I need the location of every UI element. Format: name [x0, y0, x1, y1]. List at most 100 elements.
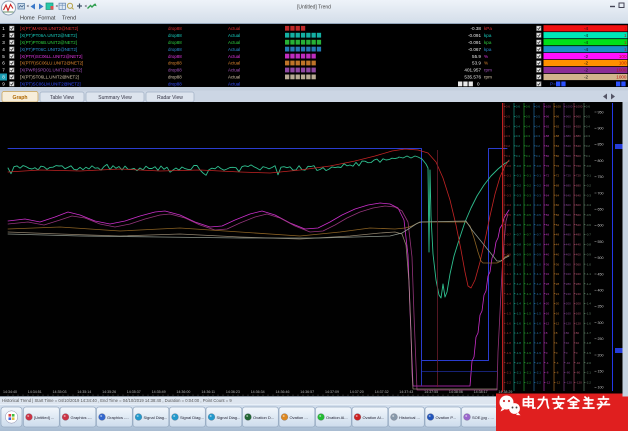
- svg-text:-0.2: -0.2: [586, 184, 592, 188]
- svg-text:32: 32: [546, 272, 550, 276]
- svg-text:-0.6: -0.6: [536, 223, 542, 227]
- svg-text:840: 840: [566, 144, 571, 148]
- svg-text:Signal Diag...: Signal Diag...: [180, 415, 204, 420]
- svg-text:[X(PT)PT06C.UNIT2@NET2]: [X(PT)PT06C.UNIT2@NET2]: [20, 47, 77, 52]
- svg-text:-1.3: -1.3: [586, 292, 592, 296]
- svg-text:drop88: drop88: [168, 54, 182, 59]
- svg-text:16: 16: [556, 312, 560, 316]
- svg-text:-1.8: -1.8: [526, 341, 532, 345]
- svg-text:14:36:11: 14:36:11: [201, 390, 215, 394]
- svg-text:-0.6: -0.6: [586, 223, 592, 227]
- svg-text:240: 240: [566, 292, 571, 296]
- svg-text:480: 480: [566, 233, 571, 237]
- svg-text:%: %: [484, 61, 488, 66]
- svg-text:36: 36: [556, 262, 560, 266]
- svg-text:0.3: 0.3: [536, 134, 541, 138]
- svg-text:-1.8: -1.8: [536, 341, 542, 345]
- svg-text:-0.6: -0.6: [506, 223, 512, 227]
- svg-text:1000: 1000: [566, 105, 573, 109]
- svg-text:14:34:40: 14:34:40: [3, 390, 17, 394]
- svg-text:-0.38: -0.38: [471, 26, 482, 31]
- svg-text:56: 56: [556, 213, 560, 217]
- svg-text:-0.0: -0.0: [516, 164, 522, 168]
- svg-text:800: 800: [598, 159, 604, 163]
- svg-text:800: 800: [576, 154, 581, 158]
- svg-text:-1.7: -1.7: [516, 331, 522, 335]
- svg-text:[Untitled] ...: [Untitled] ...: [34, 415, 54, 420]
- svg-text:680: 680: [576, 184, 581, 188]
- svg-text:[X(PT)PT06B.UNIT2@NET2]: [X(PT)PT06B.UNIT2@NET2]: [20, 40, 77, 45]
- svg-text:1000: 1000: [616, 68, 627, 73]
- svg-text:0.2: 0.2: [536, 144, 541, 148]
- svg-text:-2.0: -2.0: [586, 361, 592, 365]
- svg-text:24: 24: [546, 292, 550, 296]
- svg-text:56: 56: [546, 213, 550, 217]
- svg-text:-0.5: -0.5: [586, 213, 592, 217]
- svg-text:14:37:09: 14:37:09: [325, 390, 339, 394]
- svg-text:Actual: Actual: [228, 68, 240, 73]
- svg-text:-2.1: -2.1: [516, 371, 522, 375]
- svg-text:88: 88: [546, 134, 550, 138]
- svg-text:drop88: drop88: [168, 40, 182, 45]
- svg-text:0.3: 0.3: [516, 134, 521, 138]
- svg-text:240: 240: [576, 292, 581, 296]
- svg-text:-1.6: -1.6: [516, 321, 522, 325]
- svg-text:-1.5: -1.5: [536, 312, 542, 316]
- svg-text:68: 68: [556, 184, 560, 188]
- svg-text:P=: P=: [550, 82, 556, 87]
- svg-text:320: 320: [576, 272, 581, 276]
- svg-text:Ovation D...: Ovation D...: [253, 415, 274, 420]
- svg-text:100: 100: [556, 105, 561, 109]
- svg-text:120: 120: [566, 321, 571, 325]
- svg-text:0.6: 0.6: [586, 105, 591, 109]
- svg-text:-2.0: -2.0: [536, 361, 542, 365]
- svg-text:Ovation P...: Ovation P...: [436, 415, 456, 420]
- svg-text:[X(PTR)SC06LL.UNIT2@NET2]: [X(PTR)SC06LL.UNIT2@NET2]: [20, 54, 83, 59]
- svg-text:-1.9: -1.9: [526, 351, 532, 355]
- svg-text:14:37:20: 14:37:20: [350, 390, 364, 394]
- svg-text:-1.1: -1.1: [526, 272, 532, 276]
- svg-text:-1.3: -1.3: [516, 292, 522, 296]
- svg-text:-1.3: -1.3: [536, 292, 542, 296]
- svg-text:0.4: 0.4: [506, 124, 511, 128]
- svg-text:920: 920: [576, 124, 581, 128]
- svg-text:560: 560: [576, 213, 581, 217]
- svg-text:-0.5: -0.5: [516, 213, 522, 217]
- svg-text:300: 300: [598, 321, 604, 325]
- svg-text:drop88: drop88: [168, 47, 182, 52]
- svg-text:-0.0: -0.0: [526, 164, 532, 168]
- svg-text:-1.0: -1.0: [586, 262, 592, 266]
- svg-text:600: 600: [598, 224, 604, 228]
- svg-text:14:36:23: 14:36:23: [226, 390, 240, 394]
- svg-text:28: 28: [556, 282, 560, 286]
- svg-text:Summary View: Summary View: [98, 95, 132, 101]
- svg-text:[Untitled] Trend: [Untitled] Trend: [297, 5, 331, 11]
- svg-text:-0.7: -0.7: [516, 233, 522, 237]
- svg-text:-1.6: -1.6: [506, 321, 512, 325]
- svg-text:-0.3: -0.3: [516, 193, 522, 197]
- svg-text:-0.5: -0.5: [526, 213, 532, 217]
- svg-text:20: 20: [546, 302, 550, 306]
- svg-text:-2: -2: [584, 54, 589, 59]
- svg-text:Ovation Al...: Ovation Al...: [326, 415, 348, 420]
- svg-text:[X(PT)MAN06.UNIT2@NET2]: [X(PT)MAN06.UNIT2@NET2]: [20, 26, 78, 31]
- svg-text:14:36:57: 14:36:57: [300, 390, 314, 394]
- svg-text:-0.8: -0.8: [536, 243, 542, 247]
- svg-text:520: 520: [566, 223, 571, 227]
- svg-text:Historical Trend | Start Time: Historical Trend | Start Time = 04/10/20…: [2, 398, 232, 403]
- svg-text:-1.2: -1.2: [506, 282, 512, 286]
- svg-text:3: 3: [2, 40, 5, 45]
- svg-text:0.3: 0.3: [586, 134, 591, 138]
- svg-text:1: 1: [2, 26, 5, 31]
- svg-text:drop88: drop88: [168, 75, 182, 80]
- svg-text:440: 440: [566, 243, 571, 247]
- svg-text:0.5: 0.5: [526, 115, 531, 119]
- svg-text:24: 24: [556, 292, 560, 296]
- svg-text:-0.4: -0.4: [536, 203, 542, 207]
- svg-text:-120: -120: [576, 381, 582, 385]
- svg-text:-1.5: -1.5: [516, 312, 522, 316]
- svg-text:-1.1: -1.1: [516, 272, 522, 276]
- svg-text:-0.6: -0.6: [516, 223, 522, 227]
- svg-text:16: 16: [546, 312, 550, 316]
- svg-text:-1.8: -1.8: [586, 341, 592, 345]
